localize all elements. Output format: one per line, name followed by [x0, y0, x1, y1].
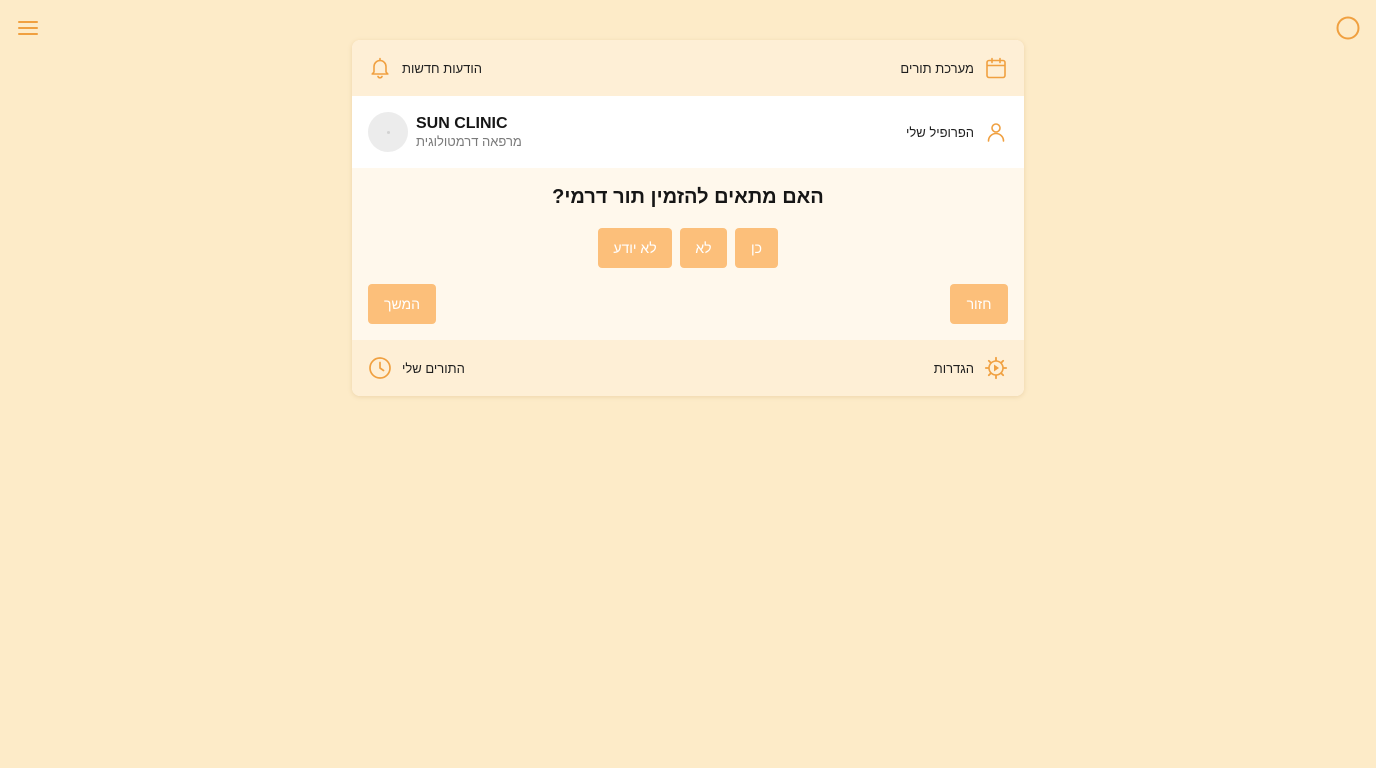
my-profile-link[interactable]: הפרופיל שלי [906, 120, 1008, 144]
answer-options: כן לא לא יודע [352, 228, 1024, 268]
gear-icon [984, 356, 1008, 380]
profile-row: הפרופיל שלי SUN CLINIC מרפאה דרמטולוגית [352, 96, 1024, 168]
notifications-link[interactable]: הודעות חדשות [368, 56, 482, 80]
next-button[interactable]: המשך [368, 284, 436, 324]
answer-yes-button[interactable]: כן [735, 228, 778, 268]
clinic-info: SUN CLINIC מרפאה דרמטולוגית [368, 112, 522, 152]
calendar-icon [986, 57, 1006, 79]
card-footer: הגדרות התורים שלי [352, 340, 1024, 396]
notifications-label: הודעות חדשות [402, 60, 482, 76]
circle-icon [1336, 16, 1360, 40]
my-profile-label: הפרופיל שלי [905, 124, 974, 140]
my-appointments-link[interactable]: התורים שלי [368, 356, 465, 380]
user-icon [987, 123, 1005, 142]
clinic-subtitle: מרפאה דרמטולוגית [416, 133, 522, 149]
settings-link[interactable]: הגדרות [934, 356, 1008, 380]
main-card: מערכת תורים הודעות חדשות הפרופיל שלי SUN… [352, 40, 1024, 396]
hamburger-icon [18, 21, 38, 35]
menu-button[interactable] [17, 18, 39, 38]
appointments-system-link[interactable]: מערכת תורים [900, 56, 1008, 80]
settings-label: הגדרות [933, 360, 974, 376]
answer-dont-know-button[interactable]: לא יודע [598, 228, 672, 268]
back-button[interactable]: חזור [950, 284, 1008, 324]
clinic-avatar [368, 112, 408, 152]
status-circle-button[interactable] [1336, 16, 1360, 40]
appointments-system-label: מערכת תורים [900, 60, 974, 76]
question-text: האם מתאים להזמין תור דרמי? [552, 186, 824, 208]
clock-icon [369, 357, 391, 379]
my-appointments-label: התורים שלי [402, 360, 465, 376]
question-area: האם מתאים להזמין תור דרמי? כן לא לא יודע… [352, 168, 1024, 340]
answer-no-button[interactable]: לא [680, 228, 727, 268]
clinic-name: SUN CLINIC [416, 114, 508, 132]
card-header: מערכת תורים הודעות חדשות [352, 40, 1024, 96]
bell-icon [371, 57, 389, 79]
